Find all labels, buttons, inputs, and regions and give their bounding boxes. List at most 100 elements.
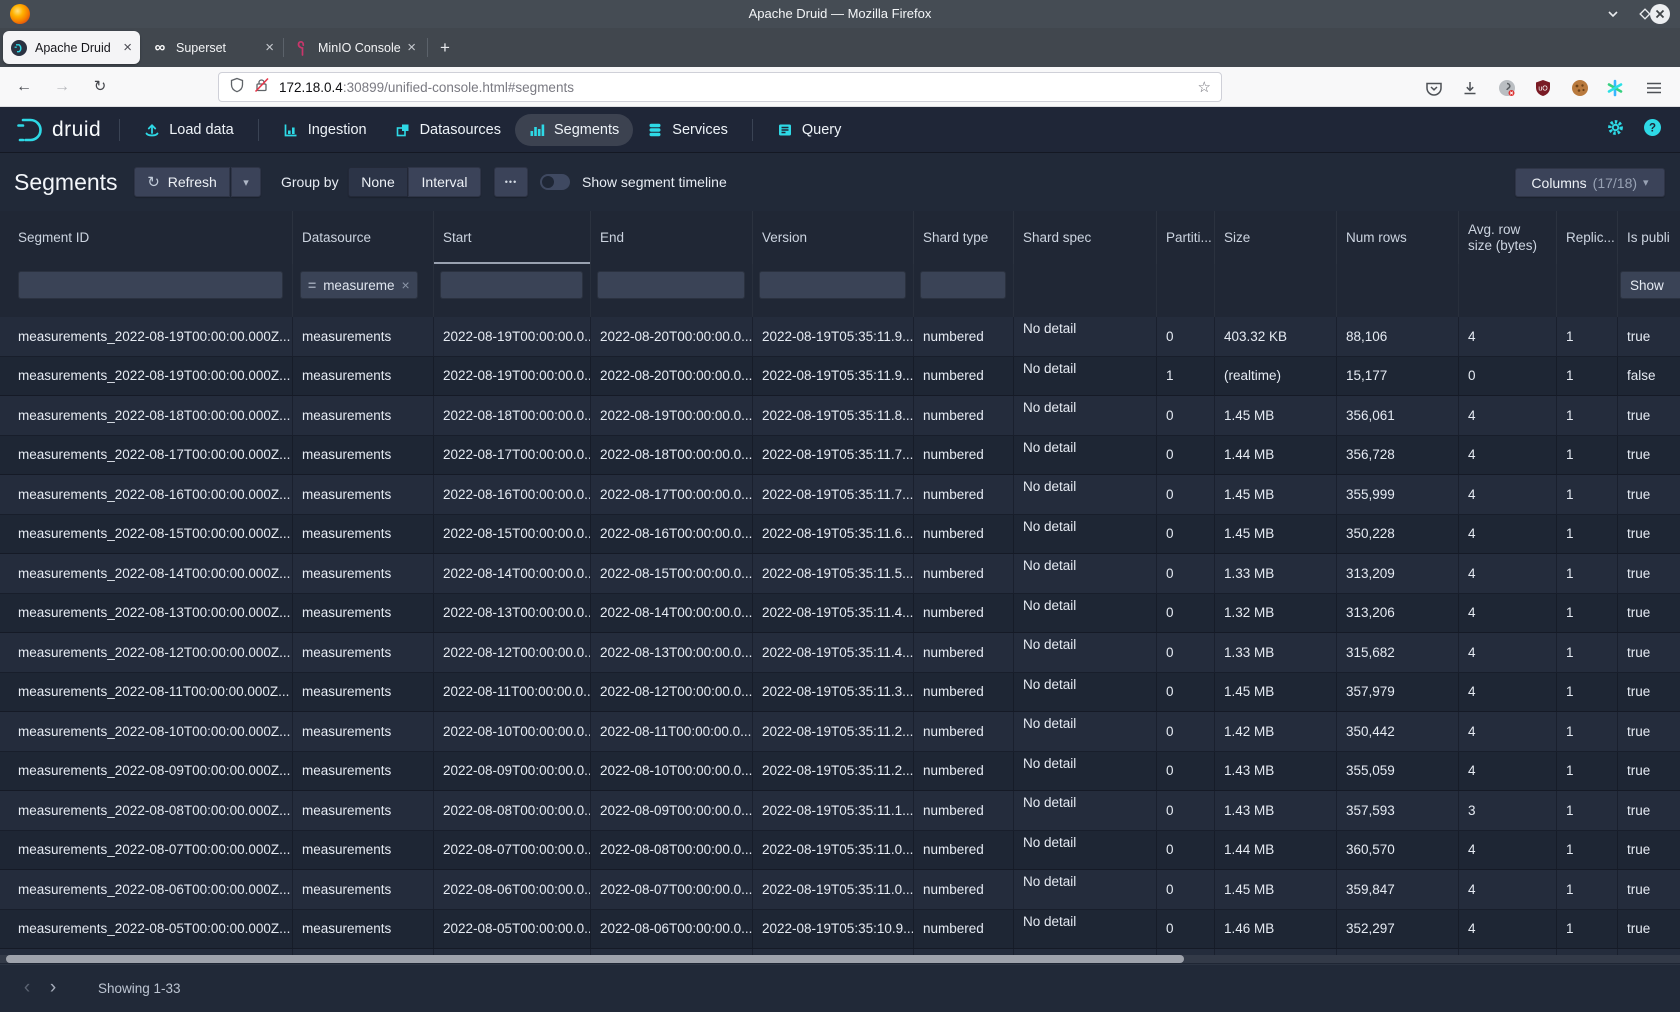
table-row[interactable]: measurements_2022-08-19T00:00:00.000Z...… bbox=[0, 357, 1680, 397]
new-tab-button[interactable]: + bbox=[432, 35, 458, 61]
cell-partition: 0 bbox=[1157, 594, 1215, 633]
column-header-start[interactable]: Start bbox=[434, 211, 591, 264]
group-by-interval-button[interactable]: Interval bbox=[408, 167, 481, 197]
column-header-shard-spec[interactable]: Shard spec bbox=[1014, 211, 1157, 264]
column-header-end[interactable]: End bbox=[591, 211, 753, 264]
group-by-none-button[interactable]: None bbox=[348, 167, 408, 197]
more-options-button[interactable]: ••• bbox=[494, 167, 528, 197]
filter-input-version[interactable] bbox=[759, 271, 906, 299]
table-row[interactable]: measurements_2022-08-11T00:00:00.000Z...… bbox=[0, 673, 1680, 713]
filter-input-shard-type[interactable] bbox=[920, 271, 1006, 299]
url-bar[interactable]: 172.18.0.4:30899/unified-console.html#se… bbox=[218, 72, 1222, 102]
ublock-icon[interactable]: uO bbox=[1533, 78, 1553, 98]
column-header-datasource[interactable]: Datasource bbox=[293, 211, 434, 264]
next-page-button[interactable]: › bbox=[40, 976, 66, 1002]
filter-input-start[interactable] bbox=[440, 271, 583, 299]
bookmark-star-icon[interactable]: ☆ bbox=[1198, 78, 1211, 96]
window-close-icon[interactable] bbox=[1649, 3, 1671, 25]
filter-cell-avg-row-size bbox=[1459, 264, 1557, 317]
extension-icon[interactable] bbox=[1497, 78, 1517, 98]
cell-version: 2022-08-19T05:35:11.3... bbox=[753, 673, 914, 712]
cell-segment-id: measurements_2022-08-11T00:00:00.000Z... bbox=[0, 673, 293, 712]
nav-item-load-data[interactable]: Load data bbox=[130, 114, 248, 146]
tab-superset[interactable]: ∞ Superset × bbox=[144, 31, 282, 64]
table-row[interactable]: measurements_2022-08-09T00:00:00.000Z...… bbox=[0, 752, 1680, 792]
cell-replication: 1 bbox=[1557, 870, 1618, 909]
cell-avg-row-size: 4 bbox=[1459, 831, 1557, 870]
tab-close-icon[interactable]: × bbox=[265, 40, 274, 55]
table-row[interactable]: measurements_2022-08-13T00:00:00.000Z...… bbox=[0, 594, 1680, 634]
cell-shard-spec: No detail bbox=[1014, 594, 1157, 633]
refresh-dropdown-button[interactable]: ▾ bbox=[231, 167, 261, 197]
cell-replication: 1 bbox=[1557, 673, 1618, 712]
nav-item-datasources[interactable]: Datasources bbox=[381, 114, 515, 146]
table-row[interactable]: measurements_2022-08-14T00:00:00.000Z...… bbox=[0, 554, 1680, 594]
column-header-replication[interactable]: Replic... bbox=[1557, 211, 1618, 264]
remove-filter-icon[interactable]: × bbox=[401, 277, 409, 293]
filter-input-segment-id[interactable] bbox=[18, 271, 283, 299]
table-row[interactable]: measurements_2022-08-08T00:00:00.000Z...… bbox=[0, 791, 1680, 831]
column-header-avg-row-size[interactable]: Avg. row size (bytes) bbox=[1459, 211, 1557, 264]
cell-is-published: true bbox=[1618, 554, 1680, 593]
cookie-icon[interactable] bbox=[1570, 78, 1590, 98]
tab-minio-console[interactable]: MinIO Console × bbox=[286, 31, 424, 64]
filter-input-end[interactable] bbox=[597, 271, 745, 299]
druid-logo[interactable]: druid bbox=[14, 116, 101, 144]
table-row[interactable]: measurements_2022-08-17T00:00:00.000Z...… bbox=[0, 436, 1680, 476]
previous-page-button[interactable]: ‹ bbox=[14, 976, 40, 1002]
horizontal-scrollbar[interactable] bbox=[0, 955, 1680, 963]
table-row[interactable]: measurements_2022-08-19T00:00:00.000Z...… bbox=[0, 317, 1680, 357]
cell-segment-id: measurements_2022-08-17T00:00:00.000Z... bbox=[0, 436, 293, 475]
menu-hamburger-icon[interactable] bbox=[1644, 78, 1664, 98]
table-row[interactable]: measurements_2022-08-07T00:00:00.000Z...… bbox=[0, 831, 1680, 871]
column-header-num-rows[interactable]: Num rows bbox=[1337, 211, 1459, 264]
cell-avg-row-size: 4 bbox=[1459, 673, 1557, 712]
tab-apache-druid[interactable]: Apache Druid × bbox=[3, 31, 140, 64]
window-minimize-icon[interactable] bbox=[1602, 3, 1624, 25]
scrollbar-thumb[interactable] bbox=[6, 955, 1184, 963]
refresh-button[interactable]: ↻ Refresh bbox=[134, 167, 230, 197]
table-row[interactable]: measurements_2022-08-10T00:00:00.000Z...… bbox=[0, 712, 1680, 752]
table-row[interactable]: measurements_2022-08-05T00:00:00.000Z...… bbox=[0, 910, 1680, 950]
cell-shard-spec: No detail bbox=[1014, 515, 1157, 554]
downloads-icon[interactable] bbox=[1460, 78, 1480, 98]
reload-button[interactable]: ↻ bbox=[88, 76, 112, 98]
nav-item-services[interactable]: Services bbox=[633, 114, 742, 146]
settings-gear-icon[interactable] bbox=[1606, 118, 1625, 142]
url-text: 172.18.0.4:30899/unified-console.html#se… bbox=[279, 80, 574, 95]
back-button[interactable]: ← bbox=[12, 76, 36, 98]
pocket-icon[interactable] bbox=[1424, 78, 1444, 98]
datasource-filter-chip[interactable]: =measureme× bbox=[300, 271, 418, 299]
nav-item-segments[interactable]: Segments bbox=[515, 114, 633, 146]
table-row[interactable]: measurements_2022-08-06T00:00:00.000Z...… bbox=[0, 870, 1680, 910]
cell-is-published: false bbox=[1618, 357, 1680, 396]
columns-button[interactable]: Columns (17/18) ▾ bbox=[1515, 168, 1665, 197]
table-row[interactable]: measurements_2022-08-12T00:00:00.000Z...… bbox=[0, 633, 1680, 673]
connection-lock-icon[interactable] bbox=[253, 77, 271, 98]
column-header-size[interactable]: Size bbox=[1215, 211, 1337, 264]
cell-num-rows: 352,297 bbox=[1337, 910, 1459, 949]
cell-datasource: measurements bbox=[293, 910, 434, 949]
show-filter-button[interactable]: Show bbox=[1620, 271, 1680, 299]
segment-timeline-toggle[interactable] bbox=[540, 174, 570, 190]
asterisk-extension-icon[interactable] bbox=[1605, 78, 1625, 98]
cell-segment-id: measurements_2022-08-06T00:00:00.000Z... bbox=[0, 870, 293, 909]
column-header-partition[interactable]: Partiti... bbox=[1157, 211, 1215, 264]
nav-item-query[interactable]: Query bbox=[763, 114, 856, 146]
column-header-is-published[interactable]: Is publi bbox=[1618, 211, 1680, 264]
filter-cell-shard-type bbox=[914, 264, 1014, 317]
column-header-version[interactable]: Version bbox=[753, 211, 914, 264]
table-row[interactable]: measurements_2022-08-15T00:00:00.000Z...… bbox=[0, 515, 1680, 555]
tab-close-icon[interactable]: × bbox=[123, 40, 132, 55]
cell-start: 2022-08-09T00:00:00.0... bbox=[434, 752, 591, 791]
table-row[interactable]: measurements_2022-08-16T00:00:00.000Z...… bbox=[0, 475, 1680, 515]
tracking-shield-icon[interactable] bbox=[229, 77, 245, 98]
help-icon[interactable]: ? bbox=[1643, 118, 1662, 142]
tab-close-icon[interactable]: × bbox=[407, 40, 416, 55]
column-header-segment-id[interactable]: Segment ID bbox=[0, 211, 293, 264]
table-row[interactable]: measurements_2022-08-18T00:00:00.000Z...… bbox=[0, 396, 1680, 436]
cell-num-rows: 357,979 bbox=[1337, 673, 1459, 712]
nav-item-ingestion[interactable]: Ingestion bbox=[269, 114, 381, 146]
forward-button[interactable]: → bbox=[50, 76, 74, 98]
column-header-shard-type[interactable]: Shard type bbox=[914, 211, 1014, 264]
